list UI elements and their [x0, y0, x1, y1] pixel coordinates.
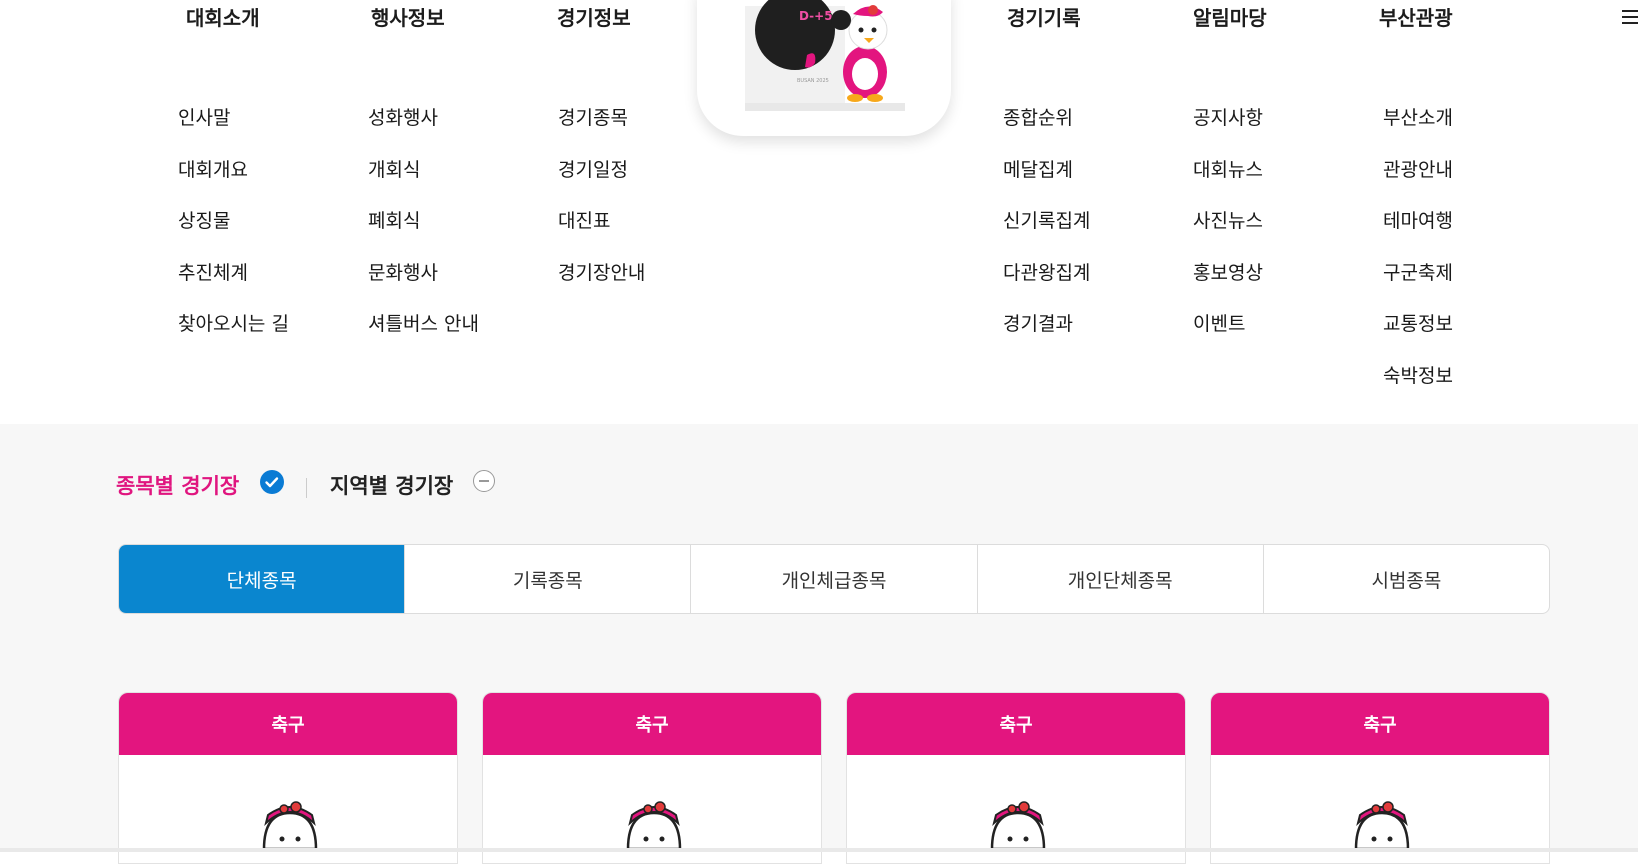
submenu-item[interactable]: 테마여행: [1383, 207, 1453, 259]
mascot-face-icon: [262, 801, 318, 849]
menu-icon[interactable]: [1622, 6, 1638, 30]
venue-card-title: 축구: [847, 693, 1185, 755]
submenu-item[interactable]: 대회뉴스: [1193, 156, 1263, 208]
venue-card[interactable]: 축구: [482, 692, 822, 864]
nav-item-tourism[interactable]: 부산관광: [1379, 2, 1453, 31]
check-circle-icon: [260, 470, 284, 494]
submenu-item[interactable]: 셔틀버스 안내: [368, 310, 479, 362]
mascot-face-icon: [990, 801, 1046, 849]
submenu-item[interactable]: 경기결과: [1003, 310, 1090, 362]
submenu-item[interactable]: 관광안내: [1383, 156, 1453, 208]
submenu-item[interactable]: 이벤트: [1193, 310, 1263, 362]
submenu-item[interactable]: 문화행사: [368, 259, 479, 311]
submenu-item[interactable]: 찾아오시는 길: [178, 310, 289, 362]
submenu-item[interactable]: 대회개요: [178, 156, 289, 208]
toggle-by-region[interactable]: 지역별 경기장: [330, 470, 453, 500]
submenu-item[interactable]: 신기록집계: [1003, 207, 1090, 259]
submenu-item[interactable]: 공지사항: [1193, 104, 1263, 156]
submenu-item[interactable]: 추진체계: [178, 259, 289, 311]
dday-text: D-+5: [799, 9, 833, 23]
nav-item-records[interactable]: 경기기록: [1007, 2, 1081, 31]
submenu-events: 성화행사 개회식 폐회식 문화행사 셔틀버스 안내: [368, 104, 479, 362]
submenu-games: 경기종목 경기일정 대진표 경기장안내: [558, 104, 645, 310]
venue-card[interactable]: 축구: [1210, 692, 1550, 864]
tab-individual-team-sports[interactable]: 개인단체종목: [976, 545, 1263, 613]
submenu-notice: 공지사항 대회뉴스 사진뉴스 홍보영상 이벤트: [1193, 104, 1263, 362]
mascot-face-icon: [1354, 801, 1410, 849]
brand-text: BUSAN 2025: [797, 78, 829, 84]
venue-card[interactable]: 축구: [846, 692, 1186, 864]
tab-record-sports[interactable]: 기록종목: [404, 545, 690, 613]
bottom-edge: [0, 848, 1638, 852]
submenu-item[interactable]: 대진표: [558, 207, 645, 259]
mascot-illustration: D-+5 BUSAN 2025: [745, 0, 905, 111]
venue-card-title: 축구: [483, 693, 821, 755]
submenu-item[interactable]: 사진뉴스: [1193, 207, 1263, 259]
sport-category-tabs: 단체종목 기록종목 개인체급종목 개인단체종목 시범종목: [118, 544, 1550, 614]
nav-item-games[interactable]: 경기정보: [557, 2, 631, 31]
venue-card[interactable]: 축구: [118, 692, 458, 864]
nav-item-notice[interactable]: 알림마당: [1193, 2, 1267, 31]
venue-card-title: 축구: [1211, 693, 1549, 755]
submenu-tourism: 부산소개 관광안내 테마여행 구군축제 교통정보 숙박정보: [1383, 104, 1453, 413]
submenu-item[interactable]: 경기일정: [558, 156, 645, 208]
submenu-item[interactable]: 경기장안내: [558, 259, 645, 311]
nav-item-about[interactable]: 대회소개: [186, 2, 260, 31]
submenu-item[interactable]: 구군축제: [1383, 259, 1453, 311]
submenu-item[interactable]: 폐회식: [368, 207, 479, 259]
submenu-item[interactable]: 상징물: [178, 207, 289, 259]
submenu-item[interactable]: 종합순위: [1003, 104, 1090, 156]
submenu-item[interactable]: 메달집계: [1003, 156, 1090, 208]
submenu-item[interactable]: 부산소개: [1383, 104, 1453, 156]
venue-card-title: 축구: [119, 693, 457, 755]
tab-team-sports[interactable]: 단체종목: [119, 545, 405, 613]
submenu-item[interactable]: 교통정보: [1383, 310, 1453, 362]
submenu-item[interactable]: 경기종목: [558, 104, 645, 156]
submenu-item[interactable]: 성화행사: [368, 104, 479, 156]
submenu-about: 인사말 대회개요 상징물 추진체계 찾아오시는 길: [178, 104, 289, 362]
nav-item-events[interactable]: 행사정보: [371, 2, 445, 31]
submenu-item[interactable]: 인사말: [178, 104, 289, 156]
minus-circle-icon: [473, 470, 495, 492]
submenu-item[interactable]: 개회식: [368, 156, 479, 208]
submenu-item[interactable]: 홍보영상: [1193, 259, 1263, 311]
submenu-records: 종합순위 메달집계 신기록집계 다관왕집계 경기결과: [1003, 104, 1090, 362]
tab-demo-sports[interactable]: 시범종목: [1262, 545, 1549, 613]
toggle-divider: [306, 478, 307, 498]
dday-mascot-badge[interactable]: D-+5 BUSAN 2025: [697, 0, 951, 136]
submenu-item[interactable]: 다관왕집계: [1003, 259, 1090, 311]
toggle-by-sport[interactable]: 종목별 경기장: [116, 470, 239, 500]
submenu-item[interactable]: 숙박정보: [1383, 362, 1453, 414]
tab-weight-class-sports[interactable]: 개인체급종목: [690, 545, 976, 613]
mascot-face-icon: [626, 801, 682, 849]
